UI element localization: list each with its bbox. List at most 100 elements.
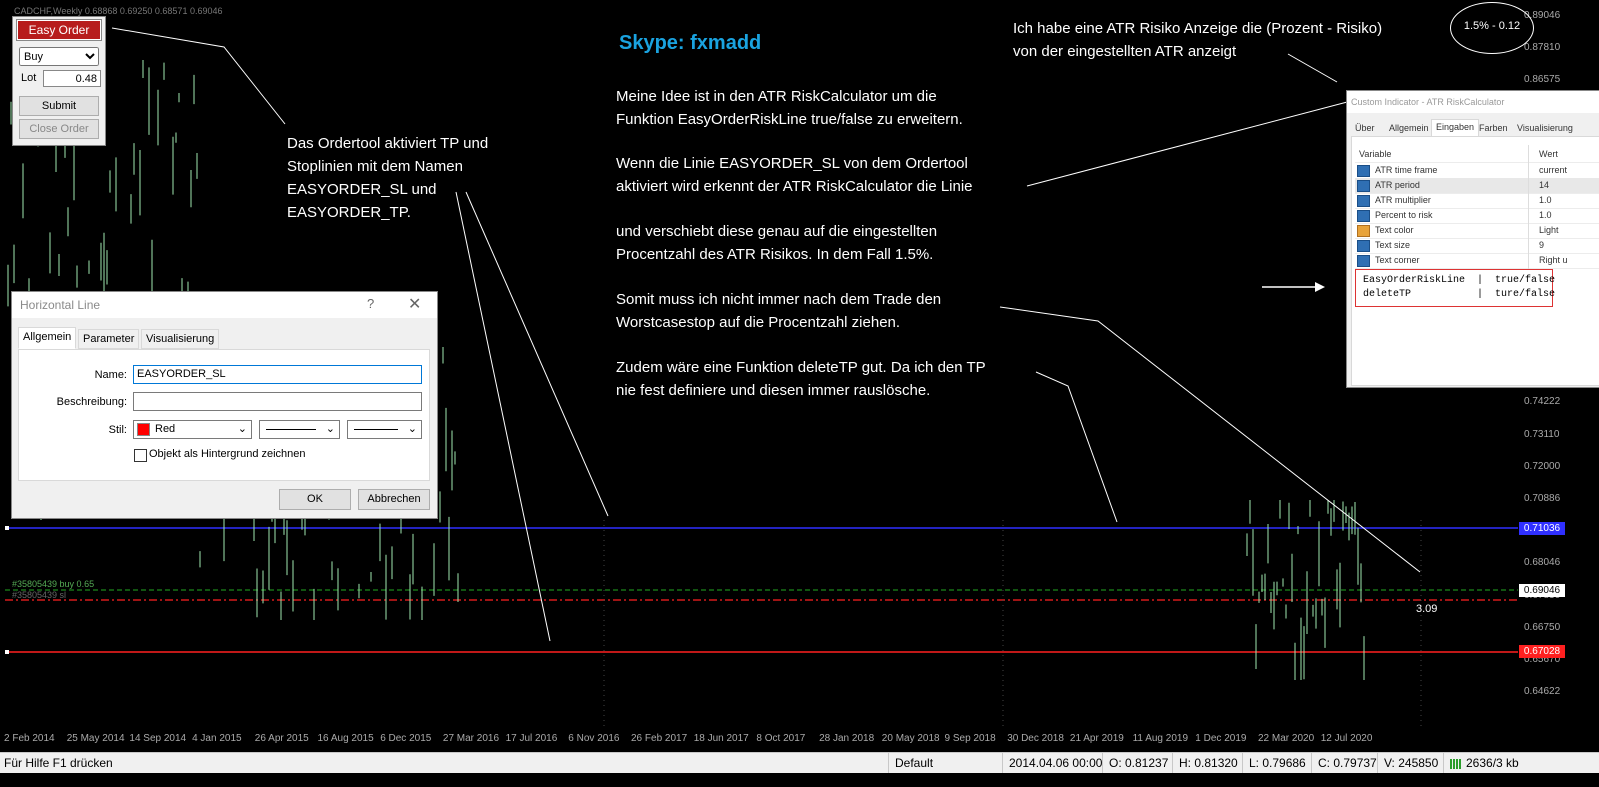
chevron-down-icon: ⌄ <box>325 423 335 435</box>
date-axis-label: 8 Oct 2017 <box>756 733 806 744</box>
status-help: Für Hilfe F1 drücken <box>4 756 113 770</box>
easy-order-title[interactable]: Easy Order <box>16 19 102 41</box>
date-axis-label: 11 Aug 2019 <box>1132 733 1189 744</box>
order-label-buy: #35805439 buy 0.65 <box>12 579 95 589</box>
date-axis-label: 28 Jan 2018 <box>819 733 875 744</box>
status-close: C: 0.79737 <box>1311 753 1382 773</box>
col-value: Wert <box>1539 149 1558 159</box>
date-axis-label: 22 Mar 2020 <box>1258 733 1315 744</box>
double-icon <box>1357 210 1370 222</box>
value-readout: 3.09 <box>1416 603 1438 615</box>
ci-tab-farben[interactable]: Farben <box>1475 121 1512 135</box>
date-axis-label: 26 Feb 2017 <box>631 733 688 744</box>
close-icon[interactable]: ✕ <box>408 294 421 314</box>
blue-line-price-tag: 0.71036 <box>1519 522 1565 535</box>
lot-input[interactable] <box>43 70 101 87</box>
price-axis-label: 0.68046 <box>1524 557 1561 569</box>
status-traffic[interactable]: 2636/3 kb <box>1443 753 1599 773</box>
annotation-shift: und verschiebt diese genau auf die einge… <box>616 223 938 263</box>
callout-line-easyorder <box>111 27 286 125</box>
price-axis-label: 0.87810 <box>1524 42 1561 54</box>
proposed-input-deletetp: deleteTP | ture/false <box>1363 289 1556 300</box>
int-icon <box>1357 180 1370 192</box>
price-axis-label: 0.66750 <box>1524 621 1561 633</box>
ci-input-row[interactable]: Text size 9 <box>1355 238 1599 254</box>
proposed-input-easyorderriskline: EasyOrderRiskLine | true/false <box>1363 275 1556 286</box>
description-field[interactable] <box>133 392 422 411</box>
date-axis-label: 2 Feb 2014 <box>4 733 55 744</box>
date-axis-label: 26 Apr 2015 <box>254 733 309 744</box>
status-profile[interactable]: Default <box>888 753 1003 773</box>
background-checkbox[interactable] <box>134 449 147 462</box>
color-value: Red <box>155 423 176 435</box>
atr-risk-ellipse: 1.5% - 0.12 <box>1450 2 1534 54</box>
color-icon <box>1357 225 1370 237</box>
price-axis-label: 0.86575 <box>1524 74 1561 86</box>
ci-tab-eingaben[interactable]: Eingaben <box>1431 119 1480 137</box>
cancel-button[interactable]: Abbrechen <box>358 489 430 510</box>
callout-line-2 <box>465 191 609 517</box>
date-axis-label: 6 Nov 2016 <box>568 733 620 744</box>
dialog-titlebar[interactable]: Horizontal Line ? ✕ <box>12 292 437 318</box>
blue-line-handle <box>5 526 9 530</box>
tab-allgemein[interactable]: Allgemein <box>18 327 77 349</box>
annotation-somit: Somit muss ich nicht immer nach dem Trad… <box>616 291 942 331</box>
name-label: Name: <box>94 369 127 381</box>
tab-pane-allgemein: Name: EASYORDER_SL Beschreibung: Stil: R… <box>18 349 430 481</box>
status-datetime: 2014.04.06 00:00 <box>1002 753 1103 773</box>
line-style-select[interactable]: ⌄ <box>259 420 340 439</box>
chevron-down-icon: ⌄ <box>237 423 247 435</box>
ci-titlebar[interactable]: Custom Indicator - ATR RiskCalculator <box>1347 91 1599 113</box>
ci-input-row[interactable]: ATR period 14 <box>1355 178 1599 194</box>
red-line-handle <box>5 650 9 654</box>
chevron-down-icon: ⌄ <box>407 423 417 435</box>
ci-dialog-title: Custom Indicator - ATR RiskCalculator <box>1351 97 1505 107</box>
callout-line-ci <box>1026 100 1352 187</box>
date-axis-label: 16 Aug 2015 <box>317 733 374 744</box>
bottom-strip <box>0 773 1599 787</box>
style-label: Stil: <box>108 424 127 436</box>
ci-input-row[interactable]: ATR multiplier 1.0 <box>1355 193 1599 209</box>
annotation-zudem: Zudem wäre eine Funktion deleteTP gut. D… <box>616 359 986 399</box>
col-variable: Variable <box>1359 149 1392 159</box>
color-select[interactable]: Red ⌄ <box>133 420 252 439</box>
direction-select[interactable]: Buy <box>19 47 99 66</box>
date-axis-label: 9 Sep 2018 <box>944 733 996 744</box>
status-volume: V: 245850 <box>1377 753 1444 773</box>
int-icon <box>1357 240 1370 252</box>
ci-tab-visualisierung[interactable]: Visualisierung <box>1513 121 1577 135</box>
ci-tab-allgemein[interactable]: Allgemein <box>1385 121 1433 135</box>
ci-tab-ueber[interactable]: Über <box>1351 121 1379 135</box>
submit-button[interactable]: Submit <box>19 96 99 116</box>
enum-icon <box>1357 255 1370 267</box>
date-axis-label: 20 May 2018 <box>881 733 940 744</box>
annotation-idea: Meine Idee ist in den ATR RiskCalculator… <box>616 88 963 128</box>
ci-input-row[interactable]: Text corner Right u <box>1355 253 1599 269</box>
close-order-button[interactable]: Close Order <box>19 119 99 139</box>
status-high: H: 0.81320 <box>1172 753 1243 773</box>
date-axis-label: 30 Dec 2018 <box>1007 733 1064 744</box>
status-bar: Für Hilfe F1 drücken Default 2014.04.06 … <box>0 752 1599 773</box>
tab-parameter[interactable]: Parameter <box>78 329 140 349</box>
price-axis-label: 0.64622 <box>1524 686 1561 698</box>
price-axis-label: 0.74222 <box>1524 396 1561 408</box>
name-field[interactable]: EASYORDER_SL <box>133 365 422 384</box>
ok-button[interactable]: OK <box>279 489 351 510</box>
date-axis-label: 6 Dec 2015 <box>380 733 432 744</box>
red-line-price-tag: 0.67028 <box>1519 645 1565 658</box>
line-width-select[interactable]: ⌄ <box>347 420 422 439</box>
ci-input-row[interactable]: ATR time frame current <box>1355 163 1599 179</box>
date-axis-label: 12 Jul 2020 <box>1320 733 1373 744</box>
help-icon[interactable]: ? <box>367 296 374 311</box>
lot-label: Lot <box>21 72 37 84</box>
callout-line-zudem <box>1035 371 1118 523</box>
ci-input-row[interactable]: Percent to risk 1.0 <box>1355 208 1599 224</box>
tab-visualisierung[interactable]: Visualisierung <box>141 329 220 349</box>
date-axis-label: 17 Jul 2016 <box>505 733 558 744</box>
date-axis-label: 18 Jun 2017 <box>693 733 749 744</box>
ci-input-row[interactable]: Text color Light <box>1355 223 1599 239</box>
date-axis-label: 27 Mar 2016 <box>442 733 500 744</box>
order-label-sl: #35805439 sl <box>12 590 67 600</box>
proposed-inputs-box: EasyOrderRiskLine | true/false deleteTP … <box>1355 269 1556 307</box>
green-line-price-tag: 0.69046 <box>1519 584 1565 597</box>
